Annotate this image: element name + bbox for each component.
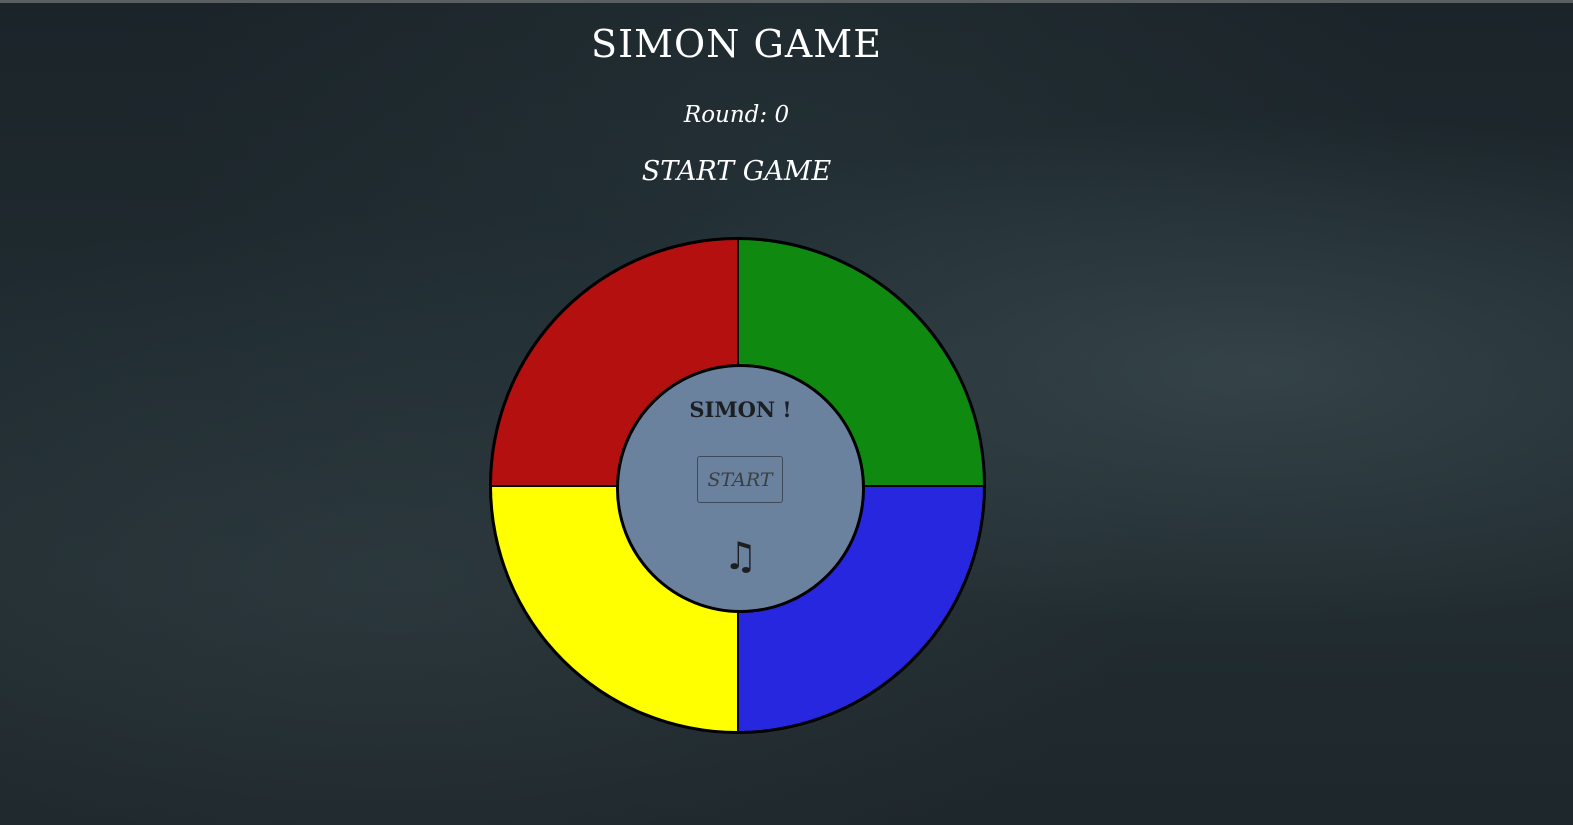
page-title: SIMON GAME: [591, 22, 882, 66]
brand-label: SIMON !: [689, 397, 792, 422]
round-counter: Round: 0: [683, 102, 790, 128]
top-border: [0, 0, 1573, 3]
music-note-icon[interactable]: ♫: [619, 537, 862, 575]
center-panel: SIMON ! START ♫: [616, 364, 865, 613]
game-status: START GAME: [641, 156, 832, 187]
start-button[interactable]: START: [697, 456, 783, 503]
simon-board: SIMON ! START ♫: [489, 237, 986, 734]
